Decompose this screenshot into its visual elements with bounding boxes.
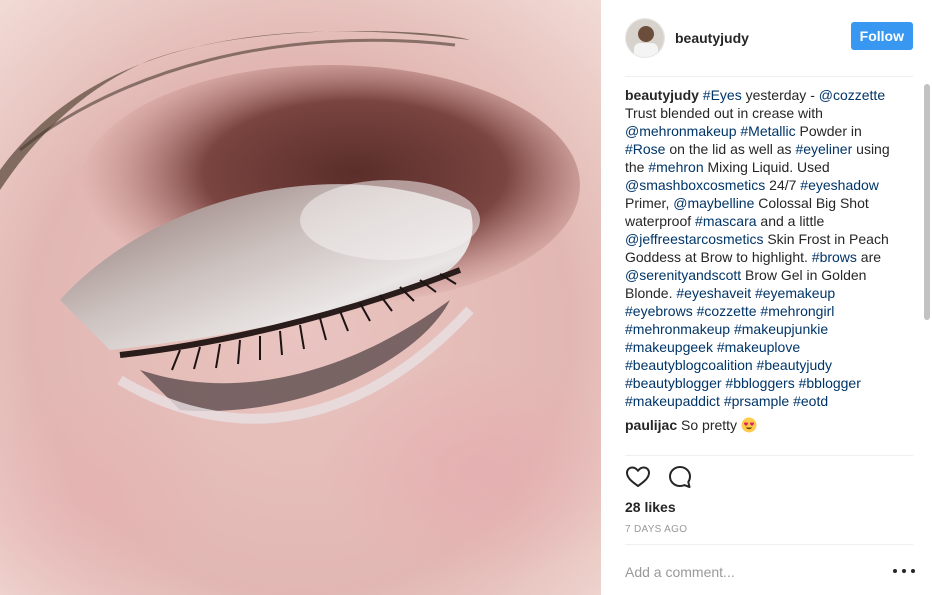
caption-text: Powder in (795, 123, 862, 139)
heart-eyes-emoji-icon (741, 417, 757, 433)
mention-link[interactable]: @mehronmakeup (625, 123, 737, 139)
caption-text: Mixing Liquid. Used (703, 159, 830, 175)
hashtag-link[interactable]: #cozzette (697, 303, 757, 319)
hashtag-link[interactable]: #eotd (793, 393, 828, 409)
hashtag-link[interactable]: #brows (812, 249, 857, 265)
hashtag-link[interactable]: #makeupjunkie (734, 321, 828, 337)
hashtag-link[interactable]: #mehronmakeup (625, 321, 730, 337)
hashtag-link[interactable]: #makeupgeek (625, 339, 713, 355)
comment: paulijac So pretty (625, 416, 921, 434)
caption-text: 24/7 (765, 177, 801, 193)
hashtag-link[interactable]: #eyebrows (625, 303, 693, 319)
mention-link[interactable]: @serenityandscott (625, 267, 741, 283)
caption-text: are (856, 249, 882, 265)
follow-button[interactable]: Follow (850, 22, 913, 50)
avatar[interactable] (625, 18, 665, 58)
post-author[interactable]: beautyjudy (675, 30, 749, 46)
hashtag-link[interactable]: #bblogger (799, 375, 861, 391)
comments-list: beautyjudy #Eyes yesterday - @cozzette T… (625, 86, 921, 454)
divider (625, 455, 913, 456)
ellipsis-icon[interactable] (893, 564, 915, 578)
hashtag-link[interactable]: #makeuplove (717, 339, 800, 355)
action-bar (625, 464, 693, 492)
hashtag-link[interactable]: #makeupaddict (625, 393, 720, 409)
post-timestamp[interactable]: 7 DAYS AGO (625, 524, 687, 535)
hashtag-link[interactable]: #beautyblogger (625, 375, 722, 391)
hashtag-link[interactable]: #Rose (625, 141, 665, 157)
caption-text: yesterday - (741, 87, 819, 103)
hashtag-link[interactable]: #mehrongirl (760, 303, 834, 319)
comment-text: So pretty (681, 417, 738, 433)
caption-text: Primer, (625, 195, 674, 211)
eye-makeup-photo (0, 0, 601, 595)
caption: beautyjudy #Eyes yesterday - @cozzette T… (625, 86, 897, 410)
hashtag-link[interactable]: #beautyjudy (757, 357, 833, 373)
comments-scrollbar[interactable] (924, 84, 930, 320)
likes-count[interactable]: 28 likes (625, 499, 676, 515)
mention-link[interactable]: @cozzette (819, 87, 885, 103)
hashtag-link[interactable]: #beautyblogcoalition (625, 357, 753, 373)
speech-bubble-icon[interactable] (667, 464, 693, 490)
hashtag-link[interactable]: #Eyes (703, 87, 742, 103)
post-side-panel: beautyjudy Follow beautyjudy #Eyes yeste… (601, 0, 932, 595)
hashtag-link[interactable]: #eyeliner (795, 141, 852, 157)
hashtag-link[interactable]: #prsample (724, 393, 789, 409)
post-header: beautyjudy Follow (625, 16, 913, 60)
divider (625, 76, 913, 77)
divider (625, 544, 913, 545)
mention-link[interactable]: @maybelline (673, 195, 754, 211)
post-photo[interactable] (0, 0, 601, 595)
hashtag-link[interactable]: #eyemakeup (755, 285, 835, 301)
caption-text: on the lid as well as (665, 141, 796, 157)
hashtag-link[interactable]: #bbloggers (725, 375, 794, 391)
comment-username[interactable]: paulijac (625, 417, 677, 433)
hashtag-link[interactable]: #eyeshaveit (676, 285, 751, 301)
caption-text: and a little (756, 213, 825, 229)
heart-outline-icon[interactable] (625, 464, 651, 490)
caption-username[interactable]: beautyjudy (625, 87, 699, 103)
caption-text: Trust blended out in crease with (625, 105, 823, 121)
hashtag-link[interactable]: #eyeshadow (800, 177, 879, 193)
mention-link[interactable]: @smashboxcosmetics (625, 177, 765, 193)
hashtag-link[interactable]: #Metallic (740, 123, 795, 139)
hashtag-link[interactable]: #mascara (695, 213, 756, 229)
mention-link[interactable]: @jeffreestarcosmetics (625, 231, 763, 247)
hashtag-link[interactable]: #mehron (648, 159, 703, 175)
add-comment-input[interactable] (625, 560, 875, 584)
